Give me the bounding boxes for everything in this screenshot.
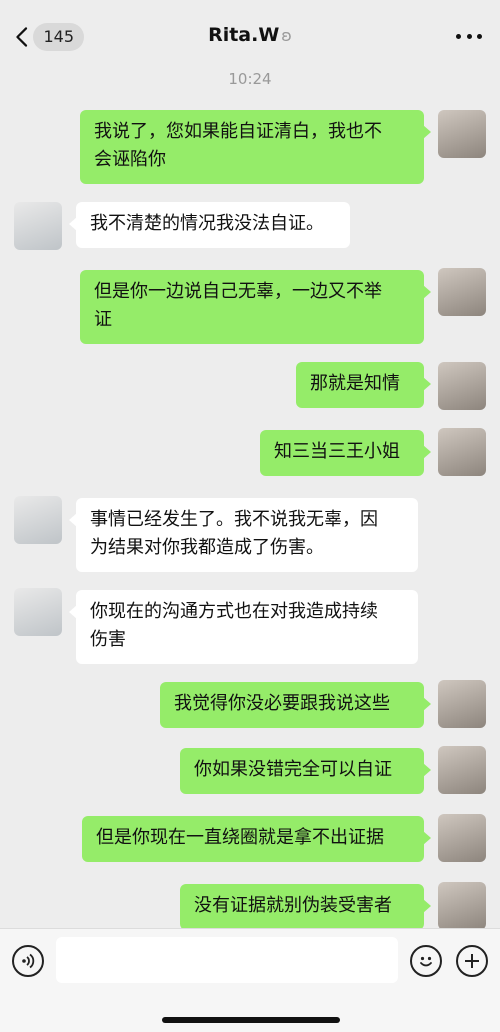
my-avatar[interactable] bbox=[438, 428, 486, 476]
contact-avatar[interactable] bbox=[14, 588, 62, 636]
message-row: 但是你现在一直绕圈就是拿不出证据 bbox=[0, 814, 500, 862]
message-row: 我觉得你没必要跟我说这些 bbox=[0, 680, 500, 728]
my-avatar[interactable] bbox=[438, 882, 486, 928]
plus-icon bbox=[465, 954, 479, 968]
more-options-button[interactable] bbox=[456, 26, 482, 46]
message-bubble[interactable]: 事情已经发生了。我不说我无辜，因 为结果对你我都造成了伤害。 bbox=[69, 498, 418, 572]
message-bubble[interactable]: 但是你一边说自己无辜，一边又不举 证 bbox=[80, 270, 431, 344]
contact-avatar[interactable] bbox=[14, 496, 62, 544]
message-bubble[interactable]: 没有证据就别伪装受害者 bbox=[180, 884, 431, 928]
message-row: 事情已经发生了。我不说我无辜，因 为结果对你我都造成了伤害。 bbox=[0, 496, 500, 572]
message-bubble[interactable]: 我觉得你没必要跟我说这些 bbox=[160, 682, 431, 728]
voice-icon bbox=[22, 953, 35, 969]
message-bubble[interactable]: 我不清楚的情况我没法自证。 bbox=[69, 202, 350, 248]
message-input[interactable] bbox=[56, 937, 398, 983]
voice-input-button[interactable] bbox=[12, 945, 44, 977]
nav-bar: 145 Rita.W ʚ bbox=[0, 0, 500, 72]
smiley-icon bbox=[420, 956, 432, 967]
dot-icon bbox=[456, 33, 461, 39]
message-timestamp: 10:24 bbox=[228, 70, 272, 88]
home-indicator bbox=[162, 1017, 340, 1023]
my-avatar[interactable] bbox=[438, 362, 486, 410]
dot-icon bbox=[466, 33, 472, 39]
message-row: 没有证据就别伪装受害者 bbox=[0, 882, 500, 928]
chat-title: Rita.W ʚ bbox=[0, 24, 500, 46]
my-avatar[interactable] bbox=[438, 680, 486, 728]
message-row: 我不清楚的情况我没法自证。 bbox=[0, 202, 500, 250]
contact-name: Rita.W bbox=[208, 24, 280, 46]
contact-avatar[interactable] bbox=[14, 202, 62, 250]
message-row: 你如果没错完全可以自证 bbox=[0, 746, 500, 794]
message-bubble[interactable]: 你现在的沟通方式也在对我造成持续 伤害 bbox=[69, 590, 418, 664]
ear-icon: ʚ bbox=[281, 26, 292, 45]
message-bubble[interactable]: 但是你现在一直绕圈就是拿不出证据 bbox=[82, 816, 431, 862]
dot-icon bbox=[477, 33, 482, 39]
message-row: 但是你一边说自己无辜，一边又不举 证 bbox=[0, 268, 500, 344]
my-avatar[interactable] bbox=[438, 814, 486, 862]
my-avatar[interactable] bbox=[438, 746, 486, 794]
more-functions-button[interactable] bbox=[456, 945, 488, 977]
emoji-button[interactable] bbox=[410, 945, 442, 977]
message-row: 那就是知情 bbox=[0, 362, 500, 410]
message-bubble[interactable]: 我说了，您如果能自证清白，我也不 会诬陷你 bbox=[80, 110, 431, 184]
message-row: 我说了，您如果能自证清白，我也不 会诬陷你 bbox=[0, 110, 500, 186]
message-bubble[interactable]: 那就是知情 bbox=[296, 362, 431, 408]
message-bubble[interactable]: 你如果没错完全可以自证 bbox=[180, 748, 431, 794]
message-row: 知三当三王小姐 bbox=[0, 428, 500, 476]
my-avatar[interactable] bbox=[438, 110, 486, 158]
message-row: 你现在的沟通方式也在对我造成持续 伤害 bbox=[0, 588, 500, 664]
message-bubble[interactable]: 知三当三王小姐 bbox=[260, 430, 431, 476]
my-avatar[interactable] bbox=[438, 268, 486, 316]
